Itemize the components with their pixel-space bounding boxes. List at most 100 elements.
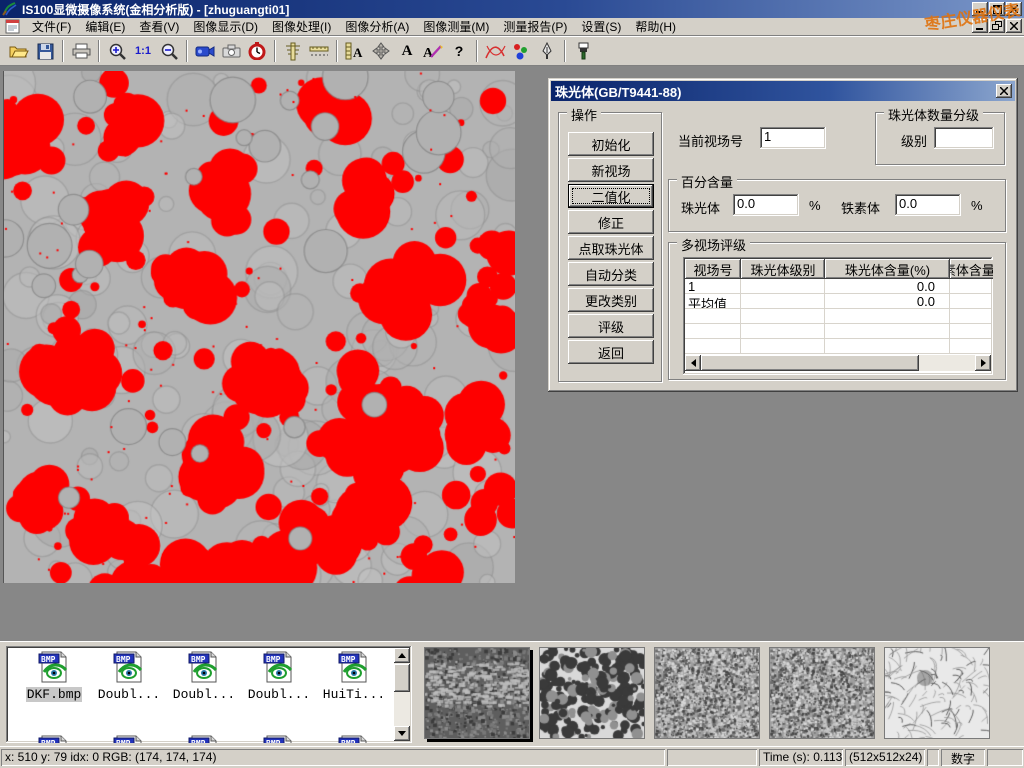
pearlite-percent-input[interactable]: 0.0: [733, 194, 799, 216]
menu-image-analysis[interactable]: 图像分析(A): [338, 16, 416, 37]
video-camera-button[interactable]: [192, 38, 218, 64]
menu-view[interactable]: 查看(V): [132, 16, 186, 37]
grading-table[interactable]: 视场号 珠光体级别 珠光体含量(%) 铁素体含量(%) 1 0.0 平均值 0.…: [683, 257, 993, 375]
file-name[interactable]: Doubl...: [97, 687, 161, 702]
file-item[interactable]: BMPHuiTi...: [318, 650, 390, 702]
file-item[interactable]: BMPDKF.bmp: [18, 650, 90, 702]
file-name[interactable]: DKF.bmp: [26, 687, 83, 702]
multi-field-group: 多视场评级 视场号 珠光体级别 珠光体含量(%) 铁素体含量(%) 1 0.0 …: [668, 242, 1006, 380]
dialog-close-button[interactable]: [996, 84, 1012, 98]
table-hscrollbar[interactable]: [685, 355, 991, 371]
snapshot-camera-button[interactable]: [218, 38, 244, 64]
file-name[interactable]: HuiTi...: [322, 687, 386, 702]
thumbnail-2[interactable]: [539, 647, 645, 739]
col-pearlite-content[interactable]: 珠光体含量(%): [825, 259, 950, 279]
file-item[interactable]: BMP: [243, 734, 315, 743]
file-item[interactable]: BMPDoubl...: [168, 650, 240, 702]
scroll-left-arrow[interactable]: [685, 355, 701, 371]
svg-text:BMP: BMP: [341, 739, 356, 743]
binarize-button[interactable]: 二值化: [568, 184, 654, 208]
minimize-button[interactable]: [972, 2, 988, 16]
file-item[interactable]: BMPDoubl...: [93, 650, 165, 702]
scroll-down-arrow[interactable]: [394, 726, 410, 741]
file-name[interactable]: Doubl...: [172, 687, 236, 702]
toolbar-separator: [186, 40, 188, 62]
grade-input[interactable]: [934, 127, 994, 149]
menu-image-processing[interactable]: 图像处理(I): [265, 16, 338, 37]
file-item[interactable]: BMP: [18, 734, 90, 743]
menu-settings[interactable]: 设置(S): [574, 16, 628, 37]
table-row[interactable]: 1 0.0: [685, 279, 991, 294]
file-browser[interactable]: BMPDKF.bmpBMPDoubl...BMPDoubl...BMPDoubl…: [6, 646, 412, 743]
menu-file[interactable]: 文件(F): [25, 16, 78, 37]
menu-help[interactable]: 帮助(H): [628, 16, 683, 37]
toolbar-separator: [274, 40, 276, 62]
vertical-caliper-button[interactable]: [280, 38, 306, 64]
file-item[interactable]: BMP: [168, 734, 240, 743]
pan-button[interactable]: [368, 38, 394, 64]
scroll-right-arrow[interactable]: [975, 355, 991, 371]
current-field-input[interactable]: 1: [760, 127, 826, 149]
dialog-title-bar[interactable]: 珠光体(GB/T9441-88): [551, 81, 1015, 101]
mdi-minimize-button[interactable]: [972, 19, 988, 33]
auto-classify-button[interactable]: 自动分类: [568, 262, 654, 286]
correct-button[interactable]: 修正: [568, 210, 654, 234]
curve-tool-button[interactable]: [482, 38, 508, 64]
count-points-button[interactable]: [508, 38, 534, 64]
edit-text-button[interactable]: A: [420, 38, 446, 64]
timer-button[interactable]: [244, 38, 270, 64]
new-field-button[interactable]: 新视场: [568, 158, 654, 182]
menu-image-measure[interactable]: 图像测量(M): [416, 16, 496, 37]
file-name[interactable]: Doubl...: [247, 687, 311, 702]
col-ferrite-content[interactable]: 铁素体含量(%): [950, 259, 993, 279]
menu-image-display[interactable]: 图像显示(D): [186, 16, 265, 37]
help-button[interactable]: ?: [446, 38, 472, 64]
dialog-title: 珠光体(GB/T9441-88): [555, 82, 681, 101]
metallograph-image[interactable]: [3, 71, 515, 583]
toolbar: 1:1 A A A ?: [0, 36, 1024, 66]
return-button[interactable]: 返回: [568, 340, 654, 364]
text-button[interactable]: A: [394, 38, 420, 64]
scroll-thumb[interactable]: [394, 664, 410, 692]
maximize-button[interactable]: [989, 2, 1005, 16]
cell-ferrite: [950, 294, 993, 308]
thumbnail-4[interactable]: [769, 647, 875, 739]
actual-size-button[interactable]: 1:1: [130, 38, 156, 64]
zoom-in-button[interactable]: [104, 38, 130, 64]
print-button[interactable]: [68, 38, 94, 64]
init-button[interactable]: 初始化: [568, 132, 654, 156]
zoom-out-button[interactable]: [156, 38, 182, 64]
col-pearlite-grade[interactable]: 珠光体级别: [741, 259, 825, 279]
ferrite-percent-input[interactable]: 0.0: [895, 194, 961, 216]
status-image-size: (512x512x24): [845, 749, 925, 766]
file-item[interactable]: BMP: [93, 734, 165, 743]
close-button[interactable]: [1006, 2, 1022, 16]
thumbnail-1[interactable]: [424, 647, 530, 739]
mdi-close-button[interactable]: [1006, 19, 1022, 33]
pen-button[interactable]: [534, 38, 560, 64]
scroll-thumb[interactable]: [701, 355, 919, 371]
brush-button[interactable]: [570, 38, 596, 64]
status-mode: 数字: [941, 749, 985, 766]
change-class-button[interactable]: 更改类别: [568, 288, 654, 312]
operations-group: 操作 初始化 新视场 二值化 修正 点取珠光体 自动分类 更改类别 评级 返回: [558, 112, 662, 382]
file-item[interactable]: BMP: [318, 734, 390, 743]
menu-edit[interactable]: 编辑(E): [78, 16, 132, 37]
window-title: IS100显微摄像系统(金相分析版) - [zhuguangti01]: [22, 1, 289, 18]
thumbnail-3[interactable]: [654, 647, 760, 739]
horizontal-ruler-button[interactable]: [306, 38, 332, 64]
pick-pearlite-button[interactable]: 点取珠光体: [568, 236, 654, 260]
grade-button[interactable]: 评级: [568, 314, 654, 338]
table-row[interactable]: 平均值 0.0: [685, 294, 991, 309]
save-button[interactable]: [32, 38, 58, 64]
file-item[interactable]: BMPDoubl...: [243, 650, 315, 702]
menu-measure-report[interactable]: 测量报告(P): [496, 16, 574, 37]
mdi-restore-button[interactable]: [989, 19, 1005, 33]
measure-text-button[interactable]: A: [342, 38, 368, 64]
col-field-no[interactable]: 视场号: [685, 259, 741, 279]
thumbnail-5[interactable]: [884, 647, 990, 739]
file-browser-vscrollbar[interactable]: [394, 648, 410, 741]
app-window: IS100显微摄像系统(金相分析版) - [zhuguangti01] 枣庄仪器…: [0, 0, 1024, 768]
scroll-up-arrow[interactable]: [394, 648, 410, 663]
open-button[interactable]: [6, 38, 32, 64]
